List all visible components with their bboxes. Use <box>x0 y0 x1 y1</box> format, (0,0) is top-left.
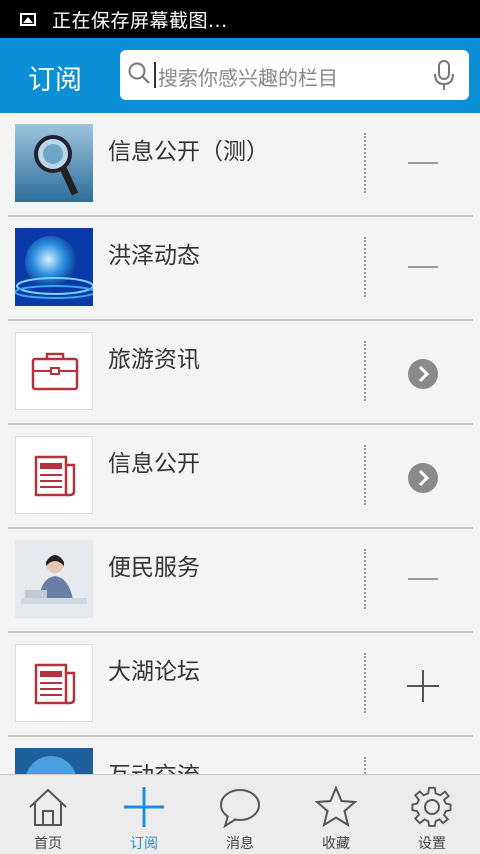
list-item-title: 信息公开（测） <box>108 139 269 165</box>
tab-home[interactable]: 首页 <box>0 775 96 854</box>
list-item[interactable]: 大湖论坛 <box>8 633 473 737</box>
tab-messages[interactable]: 消息 <box>192 775 288 854</box>
enter-arrow-button[interactable] <box>406 461 440 495</box>
page-title: 订阅 <box>28 65 82 96</box>
search-box[interactable]: 搜索你感兴趣的栏目 <box>120 50 469 100</box>
unsubscribe-minus-button[interactable] <box>406 149 440 183</box>
chevron-right-icon <box>418 469 430 487</box>
bottom-nav: 首页 订阅 消息 收藏 设置 <box>0 774 480 854</box>
list-item[interactable]: 信息公开（测） <box>8 113 473 217</box>
dotted-divider <box>364 445 366 505</box>
briefcase-icon <box>15 332 93 410</box>
list-item-title: 大湖论坛 <box>108 659 200 685</box>
app-header: 订阅 搜索你感兴趣的栏目 <box>0 38 480 113</box>
newspaper-icon <box>15 644 93 722</box>
gear-icon <box>411 786 452 827</box>
plus-icon <box>124 787 164 827</box>
list-item[interactable]: 便民服务 <box>8 529 473 633</box>
list-item-title: 信息公开 <box>108 451 200 477</box>
text-cursor <box>154 62 156 88</box>
list-item-title: 互动交流 <box>108 756 200 774</box>
list-item-title: 旅游资讯 <box>108 347 200 373</box>
enter-arrow-button[interactable] <box>406 357 440 391</box>
list-item-title: 便民服务 <box>108 555 200 581</box>
tab-favorites[interactable]: 收藏 <box>288 775 384 854</box>
tab-label: 首页 <box>34 836 62 852</box>
blue-globe-thumbnail <box>15 748 93 774</box>
dotted-divider <box>364 757 366 774</box>
tab-settings[interactable]: 设置 <box>384 775 480 854</box>
list-item[interactable]: 互动交流 <box>8 737 473 774</box>
tab-label: 消息 <box>226 836 254 852</box>
home-icon <box>29 788 67 826</box>
tab-subscribe[interactable]: 订阅 <box>96 775 192 854</box>
unsubscribe-minus-button[interactable] <box>406 253 440 287</box>
search-input-placeholder[interactable]: 搜索你感兴趣的栏目 <box>158 62 338 91</box>
tab-label: 收藏 <box>322 836 350 852</box>
dotted-divider <box>364 341 366 401</box>
unsubscribe-minus-button[interactable] <box>406 565 440 599</box>
dotted-divider <box>364 133 366 193</box>
list-item[interactable]: 信息公开 <box>8 425 473 529</box>
screenshot-image-icon <box>20 12 36 26</box>
list-item-title: 洪泽动态 <box>108 243 200 269</box>
chat-bubble-icon <box>220 789 260 829</box>
list-item[interactable]: 旅游资讯 <box>8 321 473 425</box>
dotted-divider <box>364 653 366 713</box>
microphone-icon[interactable] <box>433 60 455 92</box>
star-icon <box>314 785 358 828</box>
dotted-divider <box>364 237 366 297</box>
dotted-divider <box>364 549 366 609</box>
status-text: 正在保存屏幕截图... <box>52 9 228 32</box>
service-agent-thumbnail <box>15 540 93 618</box>
tab-label: 订阅 <box>130 836 158 852</box>
list-item[interactable]: 洪泽动态 <box>8 217 473 321</box>
chevron-right-icon <box>418 365 430 383</box>
newspaper-icon <box>15 436 93 514</box>
status-bar: 正在保存屏幕截图... <box>0 0 480 38</box>
tab-label: 设置 <box>418 836 446 852</box>
blue-globe-thumbnail <box>15 228 93 306</box>
subscribe-plus-button[interactable] <box>406 669 440 703</box>
magnifier-globe-thumbnail <box>15 124 93 202</box>
search-icon <box>128 62 150 84</box>
subscription-list: 信息公开（测） 洪泽动态 旅游资讯 信息公开 便民服务 大湖论坛 <box>0 113 480 774</box>
